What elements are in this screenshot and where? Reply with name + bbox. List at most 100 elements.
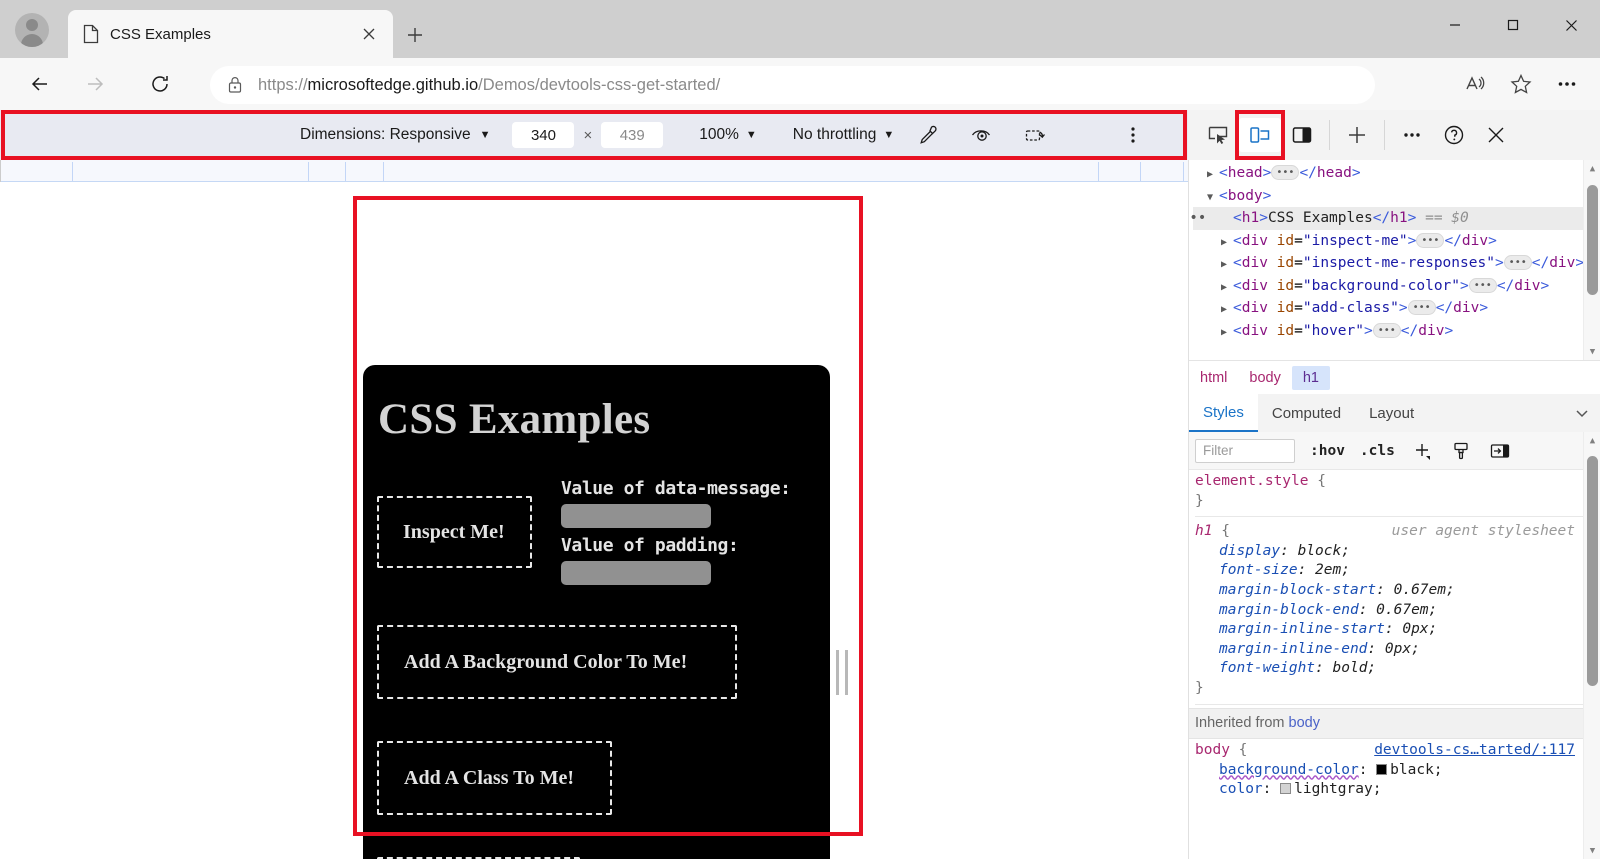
css-rule[interactable]: h1 {user agent stylesheet display: block;…	[1195, 520, 1585, 700]
dom-tree-node[interactable]: <body>	[1193, 185, 1584, 208]
css-property[interactable]: margin-inline-end	[1219, 641, 1367, 657]
expand-triangle[interactable]	[1207, 164, 1219, 187]
css-selector[interactable]: h1 {	[1195, 522, 1230, 542]
background-color-button[interactable]: Add A Background Color To Me!	[377, 625, 737, 699]
styles-filter-input[interactable]: Filter	[1195, 438, 1295, 463]
css-declaration[interactable]: margin-block-start: 0.67em;	[1195, 581, 1585, 601]
dom-tree-node[interactable]: ••• <h1>CSS Examples</h1> == $0	[1189, 207, 1584, 230]
css-value[interactable]: 2em;	[1315, 562, 1350, 578]
vision-deficiency-icon[interactable]	[962, 118, 1002, 152]
forward-button[interactable]	[77, 66, 113, 102]
address-bar[interactable]: https://microsoftedge.github.io/Demos/de…	[210, 66, 1375, 104]
scroll-up-arrow[interactable]: ▲	[1584, 160, 1600, 177]
css-value[interactable]: lightgray;	[1294, 781, 1381, 797]
scroll-down-arrow[interactable]: ▼	[1584, 842, 1600, 859]
paintbrush-icon[interactable]	[1449, 439, 1473, 463]
inspect-element-icon[interactable]	[1197, 118, 1239, 152]
css-declaration[interactable]: background-color: black;	[1195, 761, 1585, 781]
cls-toggle[interactable]: .cls	[1360, 443, 1395, 459]
new-tab-button[interactable]	[398, 18, 432, 52]
css-value[interactable]: 0.67em;	[1394, 582, 1455, 598]
hov-toggle[interactable]: :hov	[1310, 443, 1345, 459]
devtools-close-icon[interactable]	[1475, 118, 1517, 152]
dom-tree-node[interactable]: <div id="hover">•••</div>	[1193, 320, 1584, 343]
help-icon[interactable]	[1433, 118, 1475, 152]
dock-side-icon[interactable]	[1281, 118, 1323, 152]
tab-styles[interactable]: Styles	[1189, 394, 1258, 432]
tab-computed[interactable]: Computed	[1258, 394, 1355, 432]
css-value[interactable]: bold;	[1333, 660, 1377, 676]
css-declaration[interactable]: font-size: 2em;	[1195, 561, 1585, 581]
rotate-device-icon[interactable]	[1016, 118, 1056, 152]
color-swatch[interactable]	[1280, 783, 1292, 795]
css-property[interactable]: margin-block-start	[1219, 582, 1376, 598]
scroll-up-arrow[interactable]: ▲	[1584, 432, 1600, 449]
css-property[interactable]: font-size	[1219, 562, 1298, 578]
expand-triangle[interactable]	[1221, 254, 1233, 277]
expand-triangle[interactable]	[1221, 299, 1233, 322]
close-icon[interactable]	[355, 20, 383, 48]
breadcrumb-item-body[interactable]: body	[1238, 366, 1291, 390]
scroll-down-arrow[interactable]: ▼	[1584, 343, 1600, 360]
css-declaration[interactable]: margin-inline-end: 0px;	[1195, 640, 1585, 660]
device-toolbar-more-options[interactable]	[1118, 118, 1148, 152]
node-more-icon[interactable]: •••	[1189, 207, 1206, 230]
device-emulation-icon[interactable]	[1239, 118, 1281, 152]
emulated-page[interactable]: CSS Examples Inspect Me! Value of data-m…	[363, 365, 830, 859]
css-rules-list[interactable]: element.style {} h1 {user agent styleshee…	[1189, 470, 1585, 859]
scrollbar-thumb[interactable]	[1587, 456, 1598, 686]
maximize-button[interactable]	[1484, 0, 1542, 50]
css-value[interactable]: 0px;	[1385, 641, 1420, 657]
css-declaration[interactable]: color: lightgray;	[1195, 780, 1585, 800]
viewport-ruler[interactable]	[0, 160, 1436, 182]
scrollbar-thumb[interactable]	[1587, 185, 1598, 295]
css-property[interactable]: color	[1219, 781, 1263, 797]
breadcrumb-item-html[interactable]: html	[1189, 366, 1238, 390]
browser-tab[interactable]: CSS Examples	[68, 10, 393, 58]
color-swatch[interactable]	[1376, 763, 1388, 775]
css-value[interactable]: 0px;	[1402, 621, 1437, 637]
add-class-button[interactable]: Add A Class To Me!	[377, 741, 612, 815]
css-declaration[interactable]: display: block;	[1195, 542, 1585, 562]
dimensions-dropdown[interactable]: Dimensions: Responsive ▼	[300, 126, 490, 144]
resize-handle-right[interactable]	[836, 650, 848, 695]
expand-triangle[interactable]	[1207, 187, 1219, 210]
dom-tree-node[interactable]: <head>•••</head>	[1193, 162, 1584, 185]
browser-settings-icon[interactable]	[1544, 65, 1590, 103]
reload-button[interactable]	[142, 66, 178, 102]
new-style-rule-icon[interactable]	[1410, 439, 1434, 463]
css-property[interactable]: display	[1219, 543, 1280, 559]
dom-tree-node[interactable]: <div id="add-class">•••</div>	[1193, 297, 1584, 320]
toggle-sidebar-icon[interactable]	[1488, 439, 1512, 463]
breadcrumb-item-h1[interactable]: h1	[1291, 365, 1330, 390]
css-rule-origin[interactable]: devtools-cs…tarted/:117	[1374, 741, 1575, 761]
read-aloud-icon[interactable]	[1452, 65, 1498, 103]
css-declaration[interactable]: margin-inline-start: 0px;	[1195, 620, 1585, 640]
height-input[interactable]: 439	[601, 122, 664, 148]
expand-triangle[interactable]	[1221, 232, 1233, 255]
css-value[interactable]: block;	[1298, 543, 1350, 559]
css-selector[interactable]: element.style {	[1195, 472, 1326, 492]
css-selector[interactable]: body {	[1195, 741, 1247, 761]
expand-triangle[interactable]	[1221, 322, 1233, 345]
dom-tree-scrollbar[interactable]: ▲ ▼	[1583, 160, 1600, 360]
back-button[interactable]	[22, 66, 58, 102]
css-rule[interactable]: element.style {}	[1195, 470, 1585, 513]
panel-tabs-more-icon[interactable]	[1563, 404, 1600, 422]
css-property[interactable]: margin-block-end	[1219, 602, 1359, 618]
close-window-button[interactable]	[1542, 0, 1600, 50]
css-rule[interactable]: body {devtools-cs…tarted/:117 background-…	[1195, 739, 1585, 802]
profile-button[interactable]	[8, 8, 56, 52]
css-value[interactable]: black;	[1390, 762, 1442, 778]
dom-tree-node[interactable]: <div id="inspect-me-responses">•••</div>	[1193, 252, 1584, 275]
minimize-button[interactable]	[1426, 0, 1484, 50]
css-property[interactable]: background-color	[1219, 762, 1359, 778]
dom-tree-node[interactable]: <div id="inspect-me">•••</div>	[1193, 230, 1584, 253]
css-declaration[interactable]: margin-block-end: 0.67em;	[1195, 601, 1585, 621]
expand-triangle[interactable]	[1221, 277, 1233, 300]
devtools-more-tools-icon[interactable]	[1391, 118, 1433, 152]
css-property[interactable]: margin-inline-start	[1219, 621, 1385, 637]
inherited-source[interactable]: body	[1289, 715, 1320, 731]
throttling-dropdown[interactable]: No throttling ▼	[793, 126, 894, 144]
eyedropper-icon[interactable]	[908, 118, 948, 152]
